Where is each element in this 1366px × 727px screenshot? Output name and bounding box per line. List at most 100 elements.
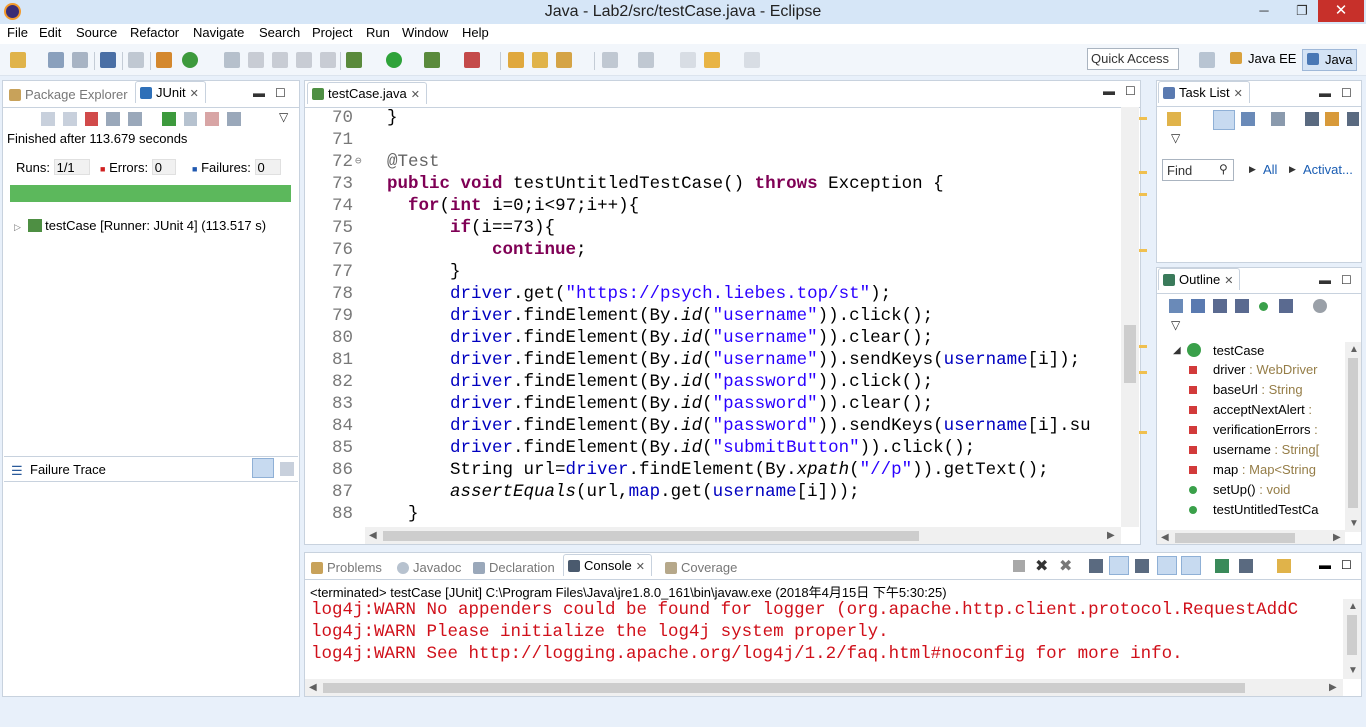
editor-hscroll-thumb[interactable] (383, 531, 919, 541)
save-all-icon[interactable] (72, 52, 88, 68)
close-tab-icon[interactable]: ✕ (411, 89, 420, 101)
minimize-view-icon[interactable]: ▬ (1319, 558, 1331, 572)
history-icon[interactable] (227, 112, 241, 126)
show-stderr-icon[interactable] (1181, 556, 1201, 575)
external-tools-icon[interactable] (464, 52, 480, 68)
minimize-view-icon[interactable]: ▬ (253, 86, 265, 100)
test-tree-item[interactable]: ▷ testCase [Runner: JUnit 4] (113.517 s) (14, 218, 266, 233)
code-line[interactable]: 88 } (305, 503, 1121, 525)
outline-item[interactable]: setUp() : void (1189, 482, 1290, 497)
code-line[interactable]: 77 } (305, 261, 1121, 283)
code-line[interactable]: 87 assertEquals(url,map.get(username[i])… (305, 481, 1121, 503)
tab-coverage[interactable]: Coverage (661, 557, 743, 578)
editor-vscrollbar[interactable] (1121, 107, 1139, 527)
hide-static-icon[interactable] (1235, 299, 1249, 313)
scroll-up-icon[interactable]: ▲ (1349, 344, 1359, 355)
remove-all-icon[interactable]: ✖ (1059, 556, 1072, 576)
code-line[interactable]: 80 driver.findElement(By.id("username"))… (305, 327, 1121, 349)
new-icon[interactable] (10, 52, 26, 68)
scroll-up-icon[interactable]: ▲ (1348, 601, 1358, 612)
outline-root-label[interactable]: testCase (1213, 343, 1264, 358)
run-icon[interactable] (386, 52, 402, 68)
tab-console[interactable]: Console ✕ (563, 554, 652, 576)
task-all-link[interactable]: All (1263, 162, 1277, 177)
outline-item[interactable]: map : Map<String (1189, 462, 1316, 477)
minimize-view-icon[interactable]: ▬ (1319, 273, 1331, 287)
view-menu-icon[interactable]: ▽ (1171, 318, 1180, 332)
tab-package-explorer[interactable]: Package Explorer (5, 84, 134, 105)
refresh-icon[interactable] (182, 52, 198, 68)
editor-vscroll-thumb[interactable] (1124, 325, 1136, 383)
sort-icon[interactable] (1191, 299, 1205, 313)
minimize-editor-icon[interactable]: ▬ (1103, 84, 1115, 98)
menu-search[interactable]: Search (259, 25, 300, 40)
console-hscrollbar[interactable]: ◀ ▶ (305, 679, 1343, 696)
maximize-view-icon[interactable]: ☐ (1341, 558, 1352, 572)
code-line[interactable]: 74 for(int i=0;i<97;i++){ (305, 195, 1121, 217)
outline-hscrollbar[interactable]: ◀ ▶ (1157, 530, 1345, 544)
close-tab-icon[interactable]: ✕ (1234, 88, 1243, 100)
menu-project[interactable]: Project (312, 25, 352, 40)
new-task-icon[interactable] (1167, 112, 1181, 126)
minimize-view-icon[interactable]: ▬ (1319, 86, 1331, 100)
task-activate-link[interactable]: Activat... (1303, 162, 1353, 177)
pen-icon[interactable] (556, 52, 572, 68)
code-line[interactable]: 86 String url=driver.findElement(By.xpat… (305, 459, 1121, 481)
word-wrap-icon[interactable] (1135, 559, 1149, 573)
console-hscroll-thumb[interactable] (323, 683, 1245, 693)
coverage-icon[interactable] (424, 52, 440, 68)
menu-file[interactable]: File (7, 25, 28, 40)
close-tab-icon[interactable]: ✕ (190, 88, 199, 100)
scroll-down-icon[interactable]: ▼ (1348, 665, 1358, 676)
code-line[interactable]: 82 driver.findElement(By.id("password"))… (305, 371, 1121, 393)
show-stdout-icon[interactable] (1157, 556, 1177, 575)
maximize-view-icon[interactable]: ☐ (1341, 86, 1352, 100)
outline-item[interactable]: testUntitledTestCa (1189, 502, 1319, 517)
wrench-icon[interactable] (248, 52, 264, 68)
tab-problems[interactable]: Problems (307, 557, 388, 578)
expand-icon[interactable]: ▷ (14, 222, 21, 232)
hide-fields-icon[interactable] (1213, 299, 1227, 313)
fold-icon[interactable]: ⊖ (355, 151, 362, 173)
next-annotation-icon[interactable] (602, 52, 618, 68)
open-folder-icon[interactable] (532, 52, 548, 68)
collapse-node-icon[interactable]: ◢ (1173, 345, 1181, 356)
forward-icon[interactable] (744, 52, 760, 68)
editor-hscrollbar[interactable]: ◀ ▶ (365, 527, 1121, 544)
build-icon[interactable] (156, 52, 172, 68)
clear-console-icon[interactable] (1089, 559, 1103, 573)
compare-icon[interactable] (280, 462, 294, 476)
code-line[interactable]: 85 driver.findElement(By.id("submitButto… (305, 437, 1121, 459)
remove-launch-icon[interactable]: ✖ (1035, 556, 1048, 576)
hide-nonpublic-icon[interactable] (1259, 302, 1268, 311)
display-console-icon[interactable] (1239, 559, 1253, 573)
scroll-lock-icon[interactable] (106, 112, 121, 126)
scroll-left-icon[interactable]: ◀ (309, 682, 317, 693)
maximize-view-icon[interactable]: ☐ (275, 86, 286, 100)
debug-icon[interactable] (346, 52, 362, 68)
scroll-lock-icon[interactable] (1109, 556, 1129, 575)
scroll-right-icon[interactable]: ▶ (1329, 682, 1337, 693)
menu-navigate[interactable]: Navigate (193, 25, 244, 40)
tab-testcase-java[interactable]: testCase.java ✕ (307, 82, 427, 104)
prev-annotation-icon[interactable] (638, 52, 654, 68)
mark-icon[interactable] (224, 52, 240, 68)
categorized-icon[interactable] (1213, 110, 1235, 130)
code-line[interactable]: 76 continue; (305, 239, 1121, 261)
console-vscroll-thumb[interactable] (1347, 615, 1357, 655)
filter-stack-icon[interactable] (252, 458, 274, 478)
link-editor-icon[interactable] (1313, 299, 1327, 313)
code-area[interactable]: 70} 71 72 @Test ⊖ 73 public void testUntitledT… (305, 107, 1121, 527)
scroll-down-icon[interactable]: ▼ (1349, 518, 1359, 529)
scroll-right-icon[interactable]: ▶ (1333, 532, 1341, 543)
save-icon[interactable] (48, 52, 64, 68)
last-edit-icon[interactable] (680, 52, 696, 68)
maximize-button[interactable]: ❐ (1284, 0, 1320, 22)
scroll-left-icon[interactable]: ◀ (369, 530, 377, 541)
menu-window[interactable]: Window (402, 25, 448, 40)
menu-edit[interactable]: Edit (39, 25, 61, 40)
code-line[interactable]: 84 driver.findElement(By.id("password"))… (305, 415, 1121, 437)
stop-icon[interactable] (205, 112, 220, 126)
code-line[interactable]: 71 (305, 129, 1121, 151)
scheduled-icon[interactable] (1241, 112, 1255, 126)
